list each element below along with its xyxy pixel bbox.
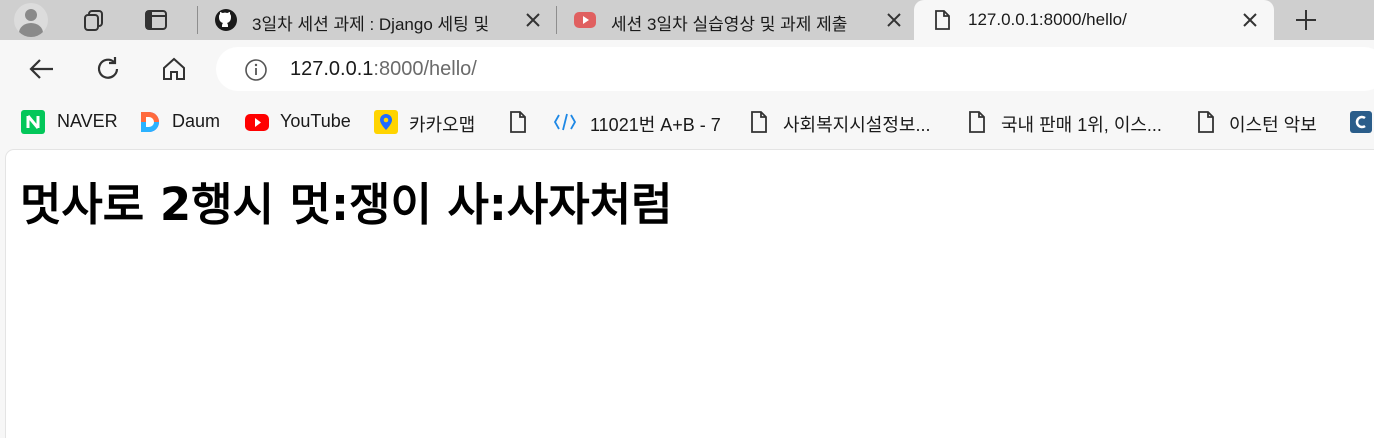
new-tab-icon[interactable] (1292, 6, 1320, 34)
page-icon (1193, 109, 1219, 135)
page-icon (505, 109, 531, 135)
bookmark-label: NAVER (57, 111, 118, 131)
reload-icon[interactable] (93, 54, 123, 84)
bookmark-label: 국내 판매 1위, 이스... (1001, 115, 1162, 135)
page-icon (746, 109, 772, 135)
bookmark-eastern-score[interactable]: 이스턴 악보 (1193, 108, 1333, 136)
close-icon[interactable] (1240, 10, 1260, 30)
bookmark-label: 카카오맵 (409, 115, 476, 135)
url-text[interactable]: 127.0.0.1:8000/hello/ (290, 58, 477, 81)
profile-avatar[interactable] (14, 3, 48, 37)
close-icon[interactable] (884, 10, 904, 30)
home-icon[interactable] (159, 54, 189, 84)
back-icon[interactable] (27, 54, 57, 84)
tab-title: 127.0.0.1:8000/hello/ (968, 10, 1127, 29)
bookmark-label: Daum (172, 111, 221, 131)
bookmark-kakaomap[interactable]: 카카오맵 (373, 108, 483, 136)
page-heading: 멋사로 2행시 멋:쟁이 사:사자처럼 (20, 178, 673, 231)
url-path: :8000/hello/ (373, 58, 477, 80)
bookmark-label: 11021번 A+B - 7 (590, 115, 721, 135)
bookmark-welfare[interactable]: 사회복지시설정보... (746, 108, 946, 136)
tab-title: 3일차 세션 과제 : Django 세팅 및 (252, 15, 490, 34)
tab-django-session[interactable]: 3일차 세션 과제 : Django 세팅 및 (198, 0, 555, 40)
tab-actions-icon[interactable] (142, 6, 170, 34)
page-icon (964, 109, 990, 135)
bookmark-youtube[interactable]: YouTube (244, 108, 356, 136)
bookmark-domestic-sales[interactable]: 국내 판매 1위, 이스... (964, 108, 1174, 136)
page-icon (930, 8, 954, 32)
page-viewport: 멋사로 2행시 멋:쟁이 사:사자처럼 (6, 150, 1374, 438)
bookmark-daum[interactable]: Daum (137, 108, 227, 136)
youtube-icon (244, 109, 270, 135)
tab-hello-active[interactable]: 127.0.0.1:8000/hello/ (914, 0, 1274, 40)
kakaomap-icon (373, 109, 399, 135)
code-icon (552, 109, 578, 135)
close-icon[interactable] (523, 10, 543, 30)
tab-title: 세션 3일차 실습영상 및 과제 제출 (611, 15, 848, 34)
tab-strip: 3일차 세션 과제 : Django 세팅 및 세션 3일차 실습영상 및 과제… (0, 0, 1374, 40)
github-icon (214, 8, 238, 32)
bookmarks-bar: NAVER Daum YouTube 카카오맵 11021번 A+B - 7 사… (0, 98, 1374, 148)
site-info-icon[interactable] (244, 58, 268, 82)
workspaces-icon[interactable] (80, 6, 108, 34)
tab-session-video[interactable]: 세션 3일차 실습영상 및 과제 제출 (557, 0, 914, 40)
bookmark-baekjoon[interactable]: 11021번 A+B - 7 (552, 108, 727, 136)
bookmark-label: YouTube (280, 111, 351, 131)
youtube-icon (573, 8, 597, 32)
bookmark-untitled[interactable] (505, 108, 533, 136)
c-app-icon (1348, 109, 1374, 135)
navigation-toolbar: 127.0.0.1:8000/hello/ (0, 40, 1374, 98)
naver-icon (20, 109, 46, 135)
daum-icon (137, 109, 163, 135)
url-host: 127.0.0.1 (290, 58, 374, 80)
bookmark-c-app[interactable] (1348, 108, 1374, 136)
bookmark-naver[interactable]: NAVER (20, 108, 120, 136)
bookmark-label: 이스턴 악보 (1229, 115, 1317, 135)
bookmark-label: 사회복지시설정보... (783, 115, 931, 135)
address-bar[interactable]: 127.0.0.1:8000/hello/ (216, 47, 1374, 91)
